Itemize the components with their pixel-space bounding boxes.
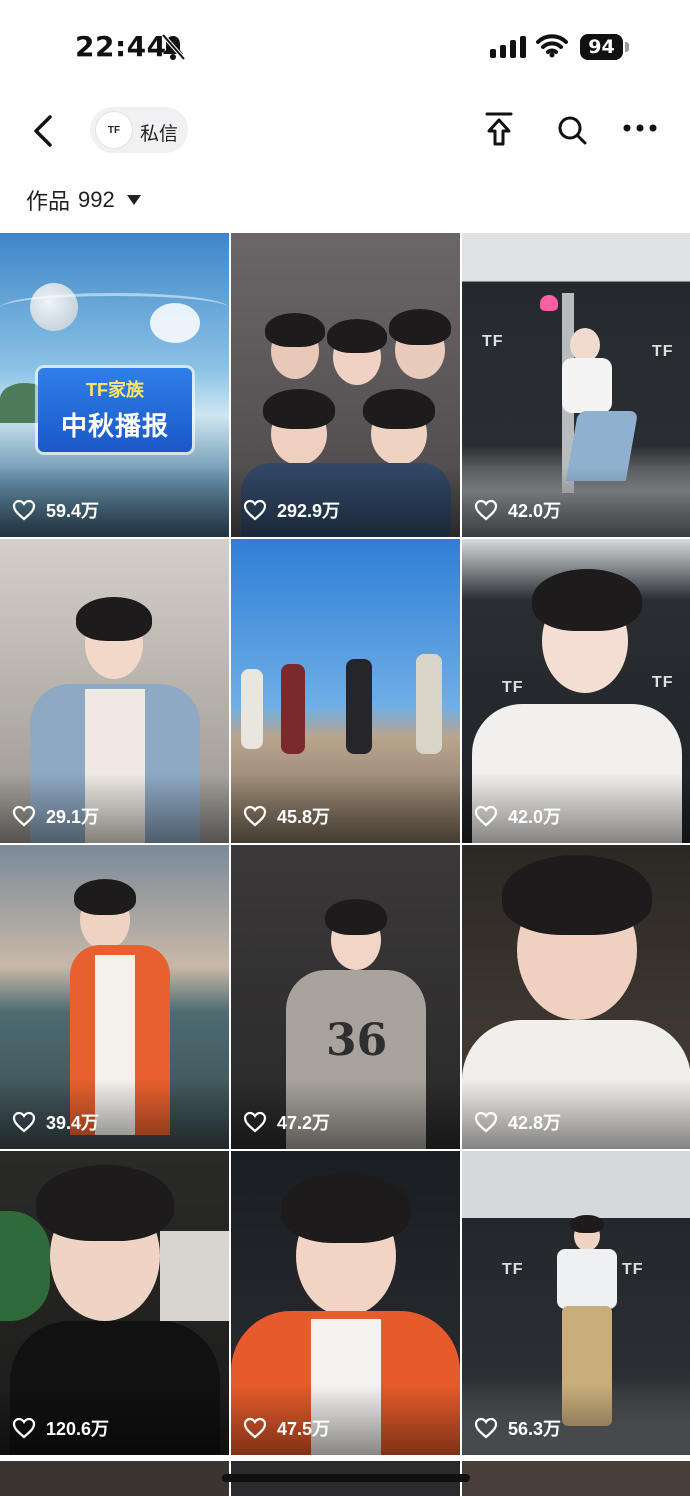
- like-count-text: 47.5万: [277, 1419, 331, 1439]
- video-tile[interactable]: 292.9万: [231, 233, 460, 537]
- like-count: 47.2万: [243, 1109, 330, 1135]
- tf-logo: TF: [622, 1261, 644, 1278]
- video-tile[interactable]: 29.1万: [0, 539, 229, 843]
- heart-outline-icon: [12, 499, 36, 521]
- bell-slash-icon: [161, 33, 186, 61]
- share-upload-icon[interactable]: [482, 111, 516, 149]
- like-count-text: 42.0万: [508, 807, 562, 827]
- caret-down-icon: [126, 195, 141, 205]
- tf-logo: TF: [652, 674, 674, 691]
- like-count: 42.0万: [474, 497, 561, 523]
- like-count: 42.0万: [474, 803, 561, 829]
- like-count: 45.8万: [243, 803, 330, 829]
- video-tile[interactable]: 120.6万: [0, 1151, 229, 1455]
- tf-logo: TF: [482, 333, 504, 350]
- video-tile[interactable]: 42.8万: [462, 845, 690, 1149]
- tf-logo: TF: [502, 679, 524, 696]
- heart-outline-icon: [12, 1417, 36, 1439]
- heart-outline-icon: [474, 805, 498, 827]
- heart-outline-icon: [12, 805, 36, 827]
- like-count: 39.4万: [12, 1109, 99, 1135]
- video-tile[interactable]: 36 47.2万: [231, 845, 460, 1149]
- home-indicator[interactable]: [222, 1474, 470, 1482]
- like-count: 47.5万: [243, 1415, 330, 1441]
- like-count-text: 292.9万: [277, 501, 341, 521]
- like-count: 59.4万: [12, 497, 99, 523]
- heart-outline-icon: [474, 1111, 498, 1133]
- banner-card: TF家族 中秋播报: [38, 368, 192, 452]
- works-count: 992: [78, 187, 115, 212]
- video-tile[interactable]: TF TF 56.3万: [462, 1151, 690, 1455]
- like-count: 42.8万: [474, 1109, 561, 1135]
- avatar: TF: [95, 111, 133, 149]
- heart-outline-icon: [474, 1417, 498, 1439]
- banner-title: TF家族: [86, 380, 144, 400]
- more-dots-icon[interactable]: [622, 121, 658, 135]
- heart-outline-icon: [243, 805, 267, 827]
- profile-header: TF 私信: [0, 95, 690, 170]
- works-label: 作品: [26, 189, 71, 214]
- video-tile[interactable]: [462, 1461, 690, 1496]
- search-icon[interactable]: [555, 113, 589, 147]
- heart-outline-icon: [243, 1417, 267, 1439]
- heart-outline-icon: [243, 1111, 267, 1133]
- video-tile[interactable]: 47.5万: [231, 1151, 460, 1455]
- like-count: 292.9万: [243, 497, 340, 523]
- direct-message-label: 私信: [140, 124, 179, 145]
- tf-logo: TF: [502, 1261, 524, 1278]
- like-count-text: 120.6万: [46, 1419, 110, 1439]
- status-bar: 22:44 94: [0, 0, 690, 95]
- like-count: 56.3万: [474, 1415, 561, 1441]
- like-count-text: 42.8万: [508, 1113, 562, 1133]
- chevron-left-icon[interactable]: [26, 109, 62, 153]
- video-grid: TF家族 中秋播报 59.4万 292.9万 TF TF 42.0万 29.1万…: [0, 233, 690, 1455]
- like-count-text: 45.8万: [277, 807, 331, 827]
- like-count-text: 29.1万: [46, 807, 100, 827]
- video-tile[interactable]: TF家族 中秋播报 59.4万: [0, 233, 229, 537]
- like-count: 120.6万: [12, 1415, 109, 1441]
- heart-outline-icon: [474, 499, 498, 521]
- heart-outline-icon: [12, 1111, 36, 1133]
- tf-logo: TF: [652, 343, 674, 360]
- heart-outline-icon: [243, 499, 267, 521]
- wifi-icon: [536, 34, 568, 58]
- video-tile[interactable]: [0, 1461, 229, 1496]
- video-tile[interactable]: 39.4万: [0, 845, 229, 1149]
- like-count-text: 42.0万: [508, 501, 562, 521]
- like-count-text: 56.3万: [508, 1419, 562, 1439]
- video-tile[interactable]: TF TF 42.0万: [462, 233, 690, 537]
- battery-level: 94: [580, 34, 623, 60]
- status-time: 22:44: [75, 30, 167, 63]
- video-tile[interactable]: TF TF 42.0万: [462, 539, 690, 843]
- like-count-text: 39.4万: [46, 1113, 100, 1133]
- direct-message-button[interactable]: TF 私信: [90, 107, 188, 153]
- like-count-text: 47.2万: [277, 1113, 331, 1133]
- works-tab[interactable]: 作品 992: [26, 184, 141, 216]
- banner-subtitle: 中秋播报: [60, 411, 169, 441]
- video-tile[interactable]: 45.8万: [231, 539, 460, 843]
- like-count: 29.1万: [12, 803, 99, 829]
- battery-icon: 94: [580, 34, 630, 60]
- like-count-text: 59.4万: [46, 501, 100, 521]
- cellular-signal-icon: [490, 36, 526, 58]
